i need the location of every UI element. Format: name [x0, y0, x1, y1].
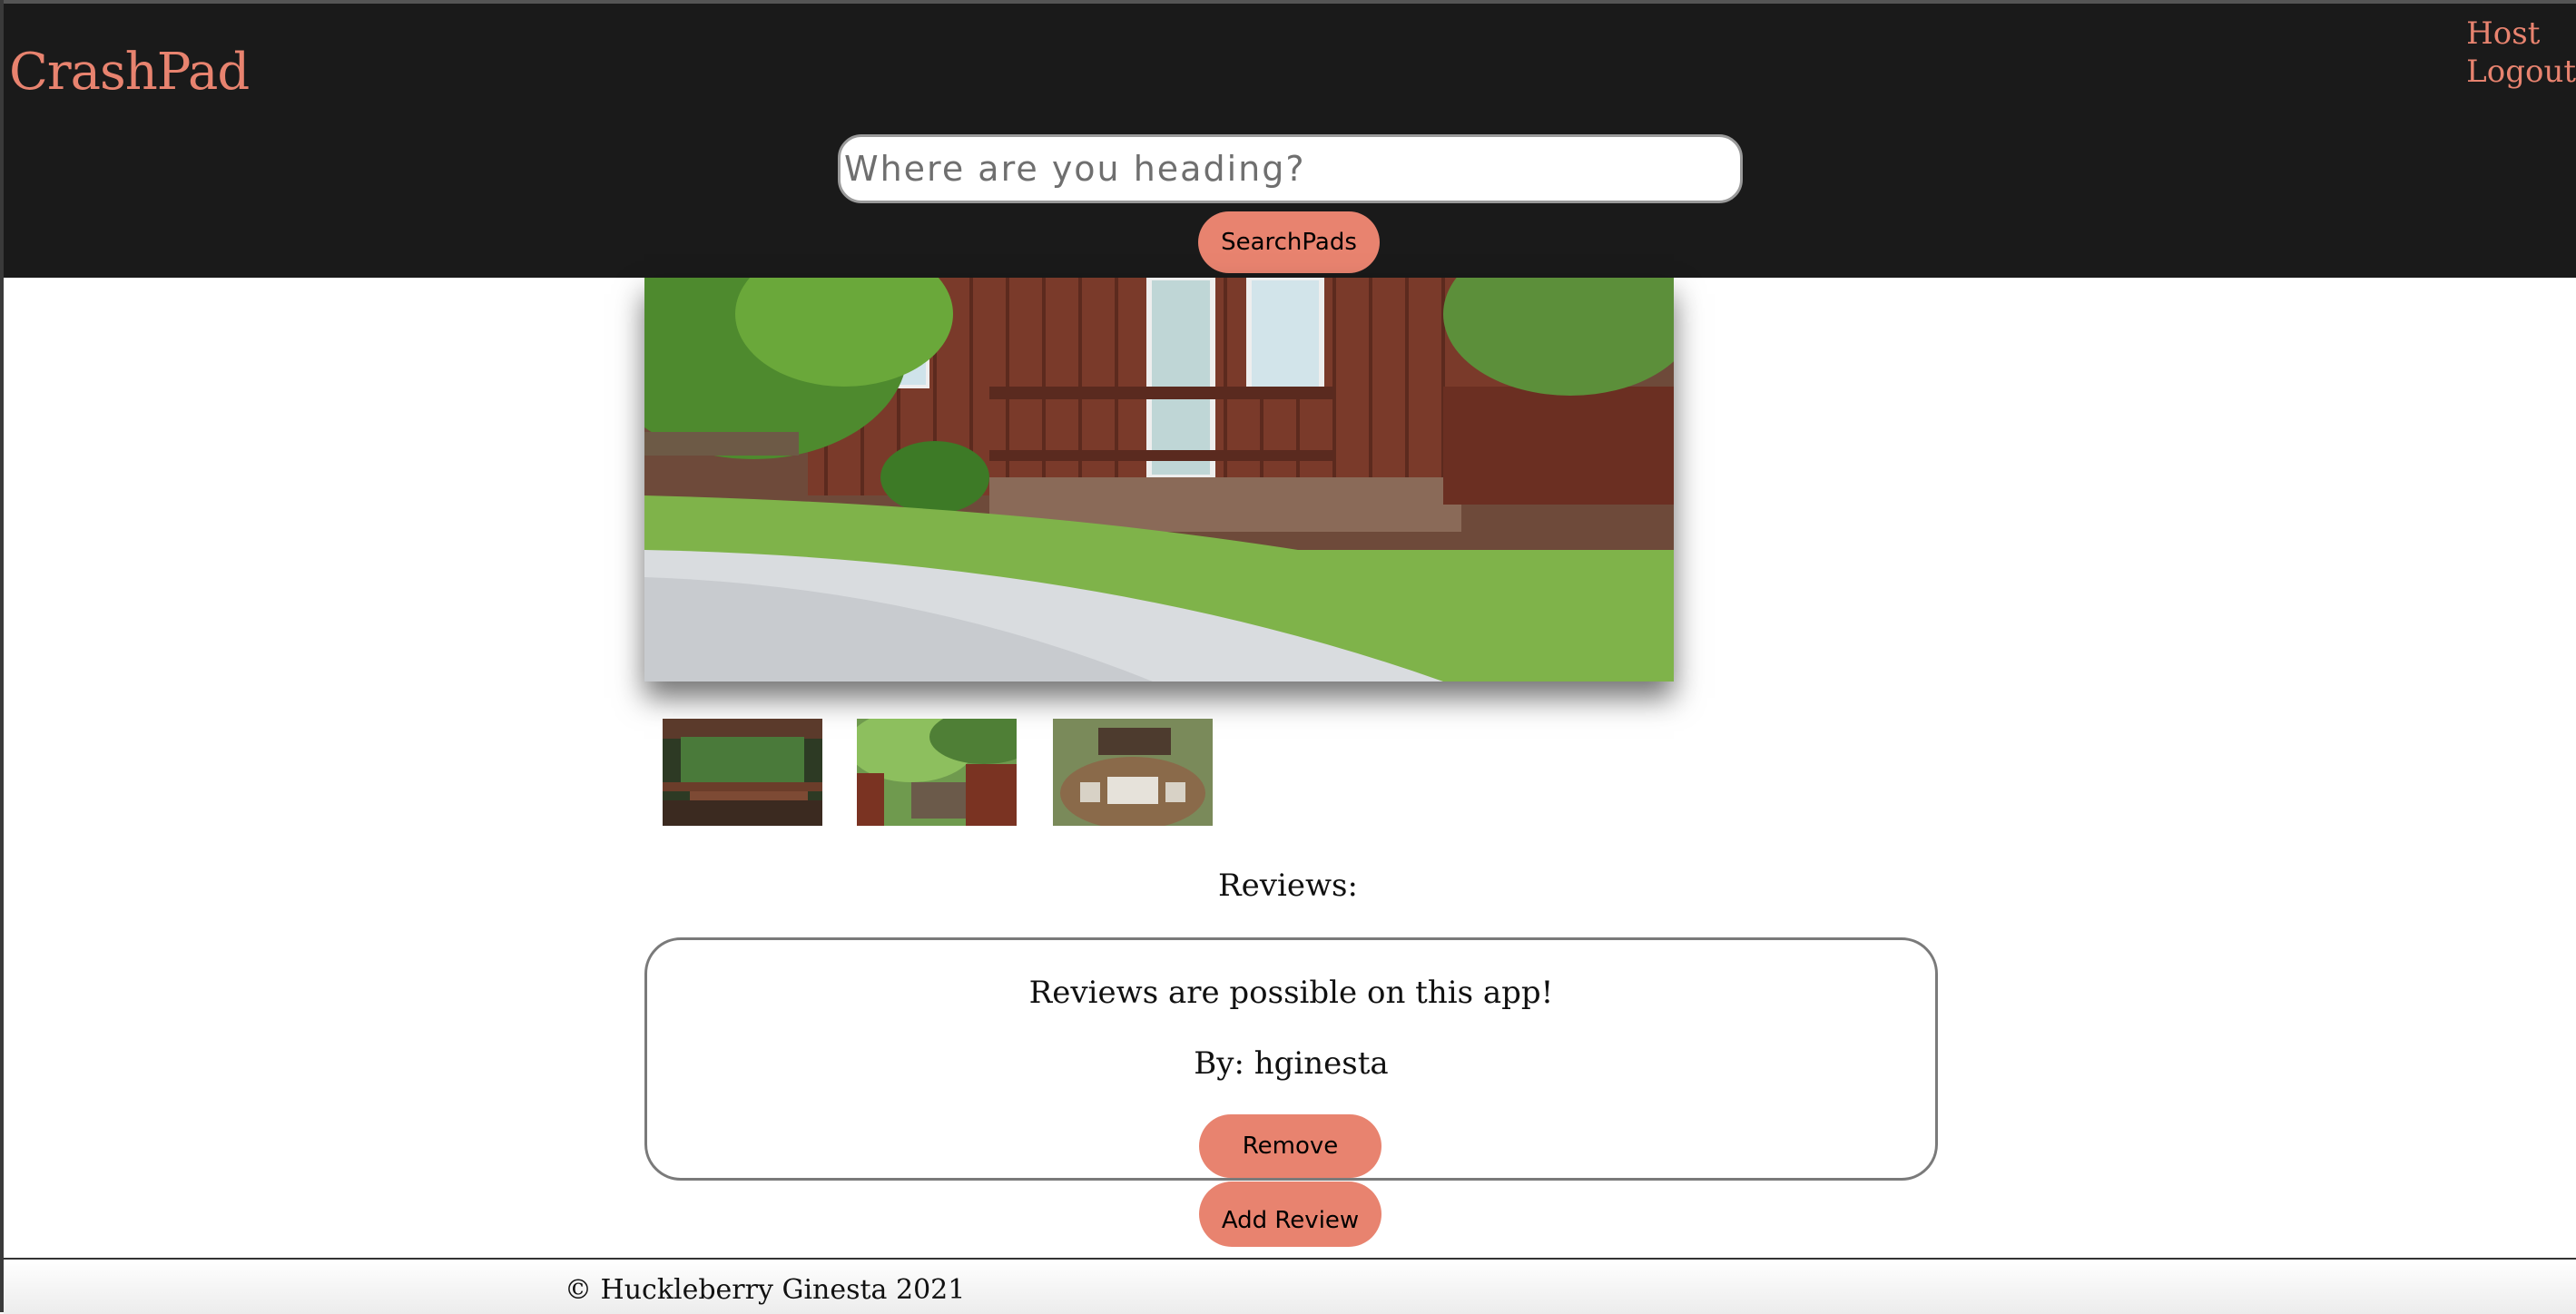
search-pads-button[interactable]: SearchPads [1198, 211, 1380, 273]
add-review-button[interactable]: Add Review [1199, 1182, 1381, 1247]
nav-host-link[interactable]: Host [2466, 15, 2576, 53]
top-nav: Host Logout [2466, 15, 2576, 91]
reviews-heading: Reviews: [1218, 868, 1358, 904]
thumbnail-3[interactable] [1053, 719, 1213, 826]
search-input[interactable] [838, 134, 1743, 203]
review-text: Reviews are possible on this app! [1028, 975, 1554, 1011]
remove-review-button[interactable]: Remove [1199, 1114, 1381, 1178]
thumbnail-2[interactable] [857, 719, 1017, 826]
site-footer: © Huckleberry Ginesta 2021 [4, 1258, 2576, 1314]
main-listing-image [644, 278, 1674, 682]
copyright-text: © Huckleberry Ginesta 2021 [565, 1274, 966, 1306]
review-author: By: hginesta [1194, 1045, 1389, 1082]
brand-logo[interactable]: CrashPad [9, 36, 250, 109]
thumbnail-1[interactable] [663, 719, 822, 826]
nav-logout-link[interactable]: Logout [2466, 53, 2576, 91]
